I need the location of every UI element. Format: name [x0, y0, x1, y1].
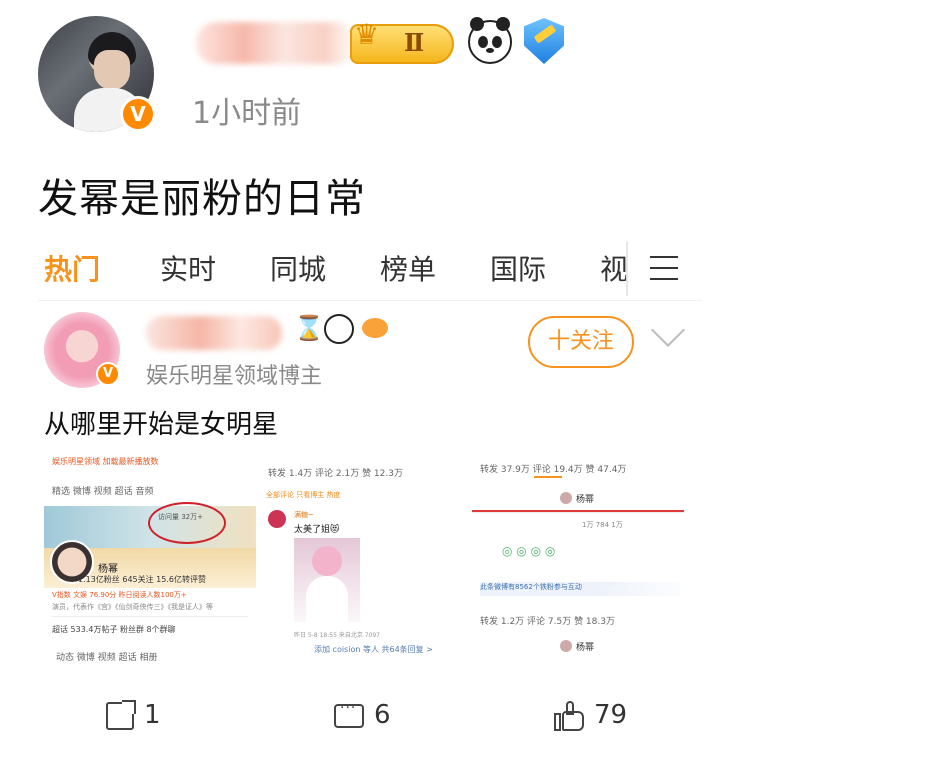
thumb2-subheader: 全部评论 只看博主 热度: [266, 491, 341, 499]
embedded-author-subtitle: 娱乐明星领域博主: [146, 364, 323, 389]
embedded-panda-icon: [324, 314, 354, 344]
thumb1-bottom-tabs: 动态 微博 视频 超话 相册: [56, 653, 158, 663]
crown-level: Ⅱ: [404, 28, 425, 57]
tab-divider: [626, 242, 628, 296]
menu-icon[interactable]: [650, 256, 678, 282]
comment-button[interactable]: 6: [334, 700, 391, 740]
thumb3-share-icons: ◎ ◎ ◎ ◎: [502, 544, 556, 558]
image-thumbnail-1[interactable]: 娱乐明星领域 加载最新播放数 精选 微博 视频 超话 音频 访问量 32万+ 杨…: [44, 452, 256, 684]
thumb3-name: 杨幂: [576, 495, 595, 505]
follow-button[interactable]: 十关注: [528, 316, 634, 368]
image-thumbnail-2[interactable]: 转发 1.4万 评论 2.1万 赞 12.3万 全部评论 只看博主 热度 满糖~…: [260, 452, 466, 684]
repost-icon: [106, 699, 136, 730]
thumb3-name-2: 杨幂: [576, 643, 595, 653]
thumb1-tabs: 精选 微博 视频 超话 音频: [52, 487, 154, 497]
tab-video[interactable]: 视: [600, 248, 628, 288]
crown-icon: ♛: [354, 18, 380, 51]
tab-international[interactable]: 国际: [490, 248, 546, 288]
repost-count: 1: [144, 700, 161, 730]
avatar-face: [94, 50, 130, 90]
thumb1-header: 娱乐明星领域 加载最新播放数: [52, 457, 159, 466]
embedded-post-text: 从哪里开始是女明星: [44, 410, 279, 440]
shield-badge-icon[interactable]: [524, 18, 564, 64]
author-name-blurred[interactable]: [196, 22, 356, 64]
post-text: 发幂是丽粉的日常: [38, 176, 366, 222]
thumb2-photo: [294, 538, 360, 622]
tab-hot[interactable]: 热门: [44, 248, 100, 288]
repost-button[interactable]: 1: [106, 699, 161, 740]
thumb1-views: 访问量 32万+: [158, 513, 203, 521]
comment-icon: [334, 700, 364, 728]
chevron-down-icon[interactable]: [651, 313, 685, 347]
thumb2-more-replies: 添加 coision 等人 共64条回复 >: [314, 645, 433, 654]
thumb2-commenter-name: 满糖~: [294, 511, 314, 519]
thumb3-avatar-2: [560, 640, 572, 652]
tab-realtime[interactable]: 实时: [160, 248, 216, 288]
thumb3-underline: [534, 476, 562, 478]
image-thumbnail-3[interactable]: 转发 37.9万 评论 19.4万 赞 47.4万 杨幂 1万 784 1万 ◎…: [472, 452, 684, 684]
thumb1-name: 杨幂: [98, 564, 118, 575]
hourglass-icon: ⌛: [294, 314, 324, 342]
embedded-author-name-blurred[interactable]: [146, 316, 282, 350]
embedded-tab-bar: 热门 实时 同城 榜单 国际 视: [0, 240, 700, 298]
tab-city[interactable]: 同城: [270, 248, 326, 288]
thumb1-divider: [52, 616, 248, 617]
thumb1-stats: 1.13亿粉丝 645关注 15.6亿转评赞: [78, 575, 206, 584]
embedded-fish-icon: [362, 318, 388, 338]
thumb3-header: 转发 37.9万 评论 19.4万 赞 47.4万: [480, 465, 627, 475]
thumb2-comment: 太美了姐😻: [294, 525, 340, 535]
tab-ranking[interactable]: 榜单: [380, 248, 436, 288]
thumb2-header: 转发 1.4万 评论 2.1万 赞 12.3万: [268, 469, 403, 479]
thumb2-footer: 昨日 5-8 18:55 来自北京 7097: [294, 632, 380, 639]
thumb3-red-line: [472, 510, 684, 512]
embedded-verified-icon: V: [96, 362, 120, 386]
thumb1-info-2: 演员，代表作《宫》《仙剑奇侠传三》《我是证人》等: [52, 603, 213, 611]
thumb1-info-3: 超话 533.4万帖子 粉丝群 8个群聊: [52, 625, 176, 634]
divider: [38, 300, 702, 301]
thumb1-info-1: V指数 文娱 76.90分 昨日阅读人数100万+: [52, 591, 187, 599]
like-count: 79: [594, 700, 628, 730]
thumb2-commenter-avatar: [268, 510, 286, 528]
thumb3-avatar: [560, 492, 572, 504]
thumb3-counts: 1万 784 1万: [582, 521, 623, 529]
comment-count: 6: [374, 700, 391, 730]
thumbs-up-icon: [554, 700, 584, 731]
panda-badge-icon[interactable]: [468, 17, 512, 64]
post-time: 1小时前: [192, 96, 302, 131]
thumb1-red-circle: [148, 502, 226, 544]
like-button[interactable]: 79: [554, 700, 627, 740]
verified-badge-icon: V: [120, 96, 156, 132]
